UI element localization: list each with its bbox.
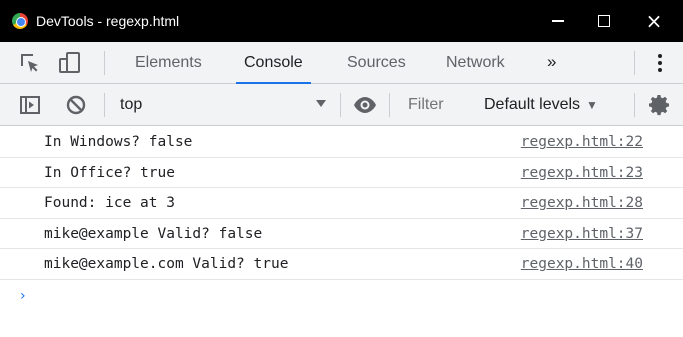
toolbar-divider [634, 51, 635, 75]
toolbar-divider [104, 51, 105, 75]
chevron-down-icon: ▼ [586, 98, 598, 112]
maximize-icon [598, 15, 610, 27]
source-link[interactable]: regexp.html:37 [521, 226, 643, 242]
close-button[interactable]: × [631, 0, 677, 42]
log-levels-dropdown[interactable]: Default levels ▼ [484, 84, 598, 126]
console-output: In Windows? false regexp.html:22 In Offi… [0, 127, 683, 337]
source-link[interactable]: regexp.html:22 [521, 134, 643, 150]
toolbar-divider [340, 93, 341, 117]
source-link[interactable]: regexp.html:40 [521, 256, 643, 272]
sidebar-toggle-icon[interactable] [18, 93, 42, 117]
gear-icon[interactable] [648, 93, 672, 117]
context-selector[interactable]: top [110, 84, 332, 126]
more-tabs-button[interactable]: » [547, 42, 556, 84]
console-message: In Office? true regexp.html:23 [0, 158, 683, 188]
dropdown-arrow-icon [316, 100, 326, 107]
filter-input[interactable] [400, 92, 470, 118]
minimize-button[interactable] [535, 0, 581, 42]
log-levels-label: Default levels [484, 96, 581, 113]
tab-sources[interactable]: Sources [345, 42, 408, 84]
message-text: mike@example Valid? false [44, 225, 263, 242]
source-link[interactable]: regexp.html:28 [521, 195, 643, 211]
tab-elements[interactable]: Elements [133, 42, 204, 84]
more-options-icon[interactable] [652, 51, 668, 75]
toolbar-divider [634, 93, 635, 117]
chrome-icon [12, 13, 28, 29]
toolbar-divider [389, 93, 390, 117]
eye-icon[interactable] [353, 93, 377, 117]
console-toolbar: top Default levels ▼ [0, 84, 683, 126]
source-link[interactable]: regexp.html:23 [521, 165, 643, 181]
context-value: top [120, 96, 143, 113]
console-message: In Windows? false regexp.html:22 [0, 127, 683, 158]
message-text: In Office? true [44, 164, 175, 181]
message-text: Found: ice at 3 [44, 195, 175, 211]
tab-console[interactable]: Console [236, 42, 311, 84]
window-title: DevTools - regexp.html [36, 13, 180, 29]
device-toolbar-icon[interactable] [58, 51, 82, 75]
clear-console-icon[interactable] [64, 93, 88, 117]
console-prompt-icon[interactable]: › [20, 288, 26, 304]
tab-network[interactable]: Network [444, 42, 507, 84]
message-text: mike@example.com Valid? true [44, 256, 289, 272]
console-message: mike@example Valid? false regexp.html:37 [0, 219, 683, 249]
message-text: In Windows? false [44, 134, 193, 150]
toolbar-divider [104, 93, 105, 117]
inspect-element-icon[interactable] [18, 51, 42, 75]
console-message: mike@example.com Valid? true regexp.html… [0, 249, 683, 280]
maximize-button[interactable] [581, 0, 627, 42]
minimize-icon [552, 20, 564, 22]
console-message: Found: ice at 3 regexp.html:28 [0, 188, 683, 219]
close-icon: × [645, 9, 663, 33]
title-bar: DevTools - regexp.html × [0, 0, 683, 42]
devtools-tab-bar: Elements Console Sources Network » [0, 42, 683, 84]
